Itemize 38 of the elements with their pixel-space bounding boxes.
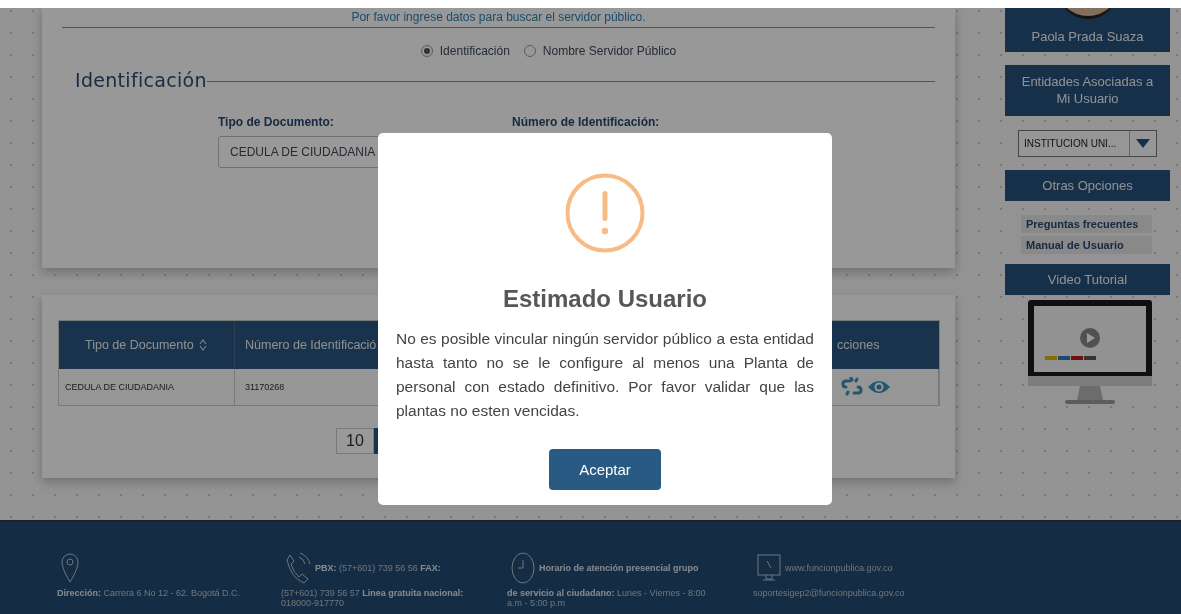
column-header[interactable]: Tipo de Documento bbox=[85, 338, 194, 352]
sidebar-link[interactable]: Manual de Usuario bbox=[1021, 236, 1152, 254]
dialog-title: Estimado Usuario bbox=[502, 285, 707, 313]
instructions-text: Por favor ingrese datos para buscar el servidor público. bbox=[350, 9, 647, 24]
phone-icon bbox=[285, 552, 311, 584]
footer-heading: Horario de atención presencial grupo bbox=[539, 563, 699, 573]
column-header: cciones bbox=[837, 338, 880, 352]
video-heading: Video Tutorial bbox=[1005, 264, 1170, 295]
caret-icon bbox=[1136, 139, 1150, 148]
eye-icon[interactable] bbox=[867, 379, 891, 395]
footer-text: Dirección: Carrera 6 No 12 - 62. Bogotá D.C. bbox=[57, 588, 242, 598]
clock-icon bbox=[511, 552, 535, 584]
accept-button[interactable]: Aceptar bbox=[549, 449, 661, 490]
table-cell: 31170268 bbox=[245, 382, 285, 392]
options-heading: Otras Opciones bbox=[1005, 170, 1170, 201]
field-label: Número de Identificación: bbox=[512, 115, 661, 129]
monitor-icon bbox=[757, 554, 781, 582]
field-label: Tipo de Documento: bbox=[218, 115, 335, 129]
entity-select[interactable]: INSTITUCION UNI... bbox=[1018, 130, 1157, 157]
dialog-message: No es posible vincular ningún servidor público a esta entidad hasta tanto no se le configure al menos una Planta de personal con estado definitivo. Por favor validar que las plantas no esten vencidas. bbox=[396, 329, 814, 421]
column-header: Número de Identificació bbox=[245, 338, 377, 352]
entities-heading: Entidades Asociadas a Mi Usuario bbox=[1005, 65, 1170, 116]
footer-heading: www.funcionpublica.gov.co bbox=[785, 563, 893, 573]
search-by-radio[interactable]: Identificación bbox=[420, 44, 510, 58]
sidebar-link[interactable]: Preguntas frecuentes bbox=[1021, 215, 1152, 233]
broken-link-icon[interactable] bbox=[841, 377, 863, 397]
footer-text: soportesigep2@funcionpublica.gov.co bbox=[753, 588, 906, 598]
page-size-select[interactable]: 10 bbox=[336, 428, 374, 454]
footer-heading: PBX: (57+601) 739 56 56 FAX: bbox=[315, 563, 441, 573]
section-title: Identificación bbox=[75, 69, 207, 91]
location-pin-icon bbox=[61, 553, 79, 583]
warning-icon bbox=[565, 173, 645, 253]
table-cell: CEDULA DE CIUDADANIA bbox=[65, 382, 175, 392]
search-by-radio[interactable]: Nombre Servidor Público bbox=[523, 44, 677, 58]
user-name: Paola Prada Suaza bbox=[1031, 29, 1144, 44]
footer-text: (57+601) 739 56 57 Linea gratuita nacional: 018000-917770 bbox=[281, 588, 465, 608]
sort-icon[interactable] bbox=[198, 339, 207, 351]
footer-text: de servicio al ciudadano: Lunes - Viernes - 8:00 a.m - 5:00 p.m bbox=[507, 588, 707, 608]
